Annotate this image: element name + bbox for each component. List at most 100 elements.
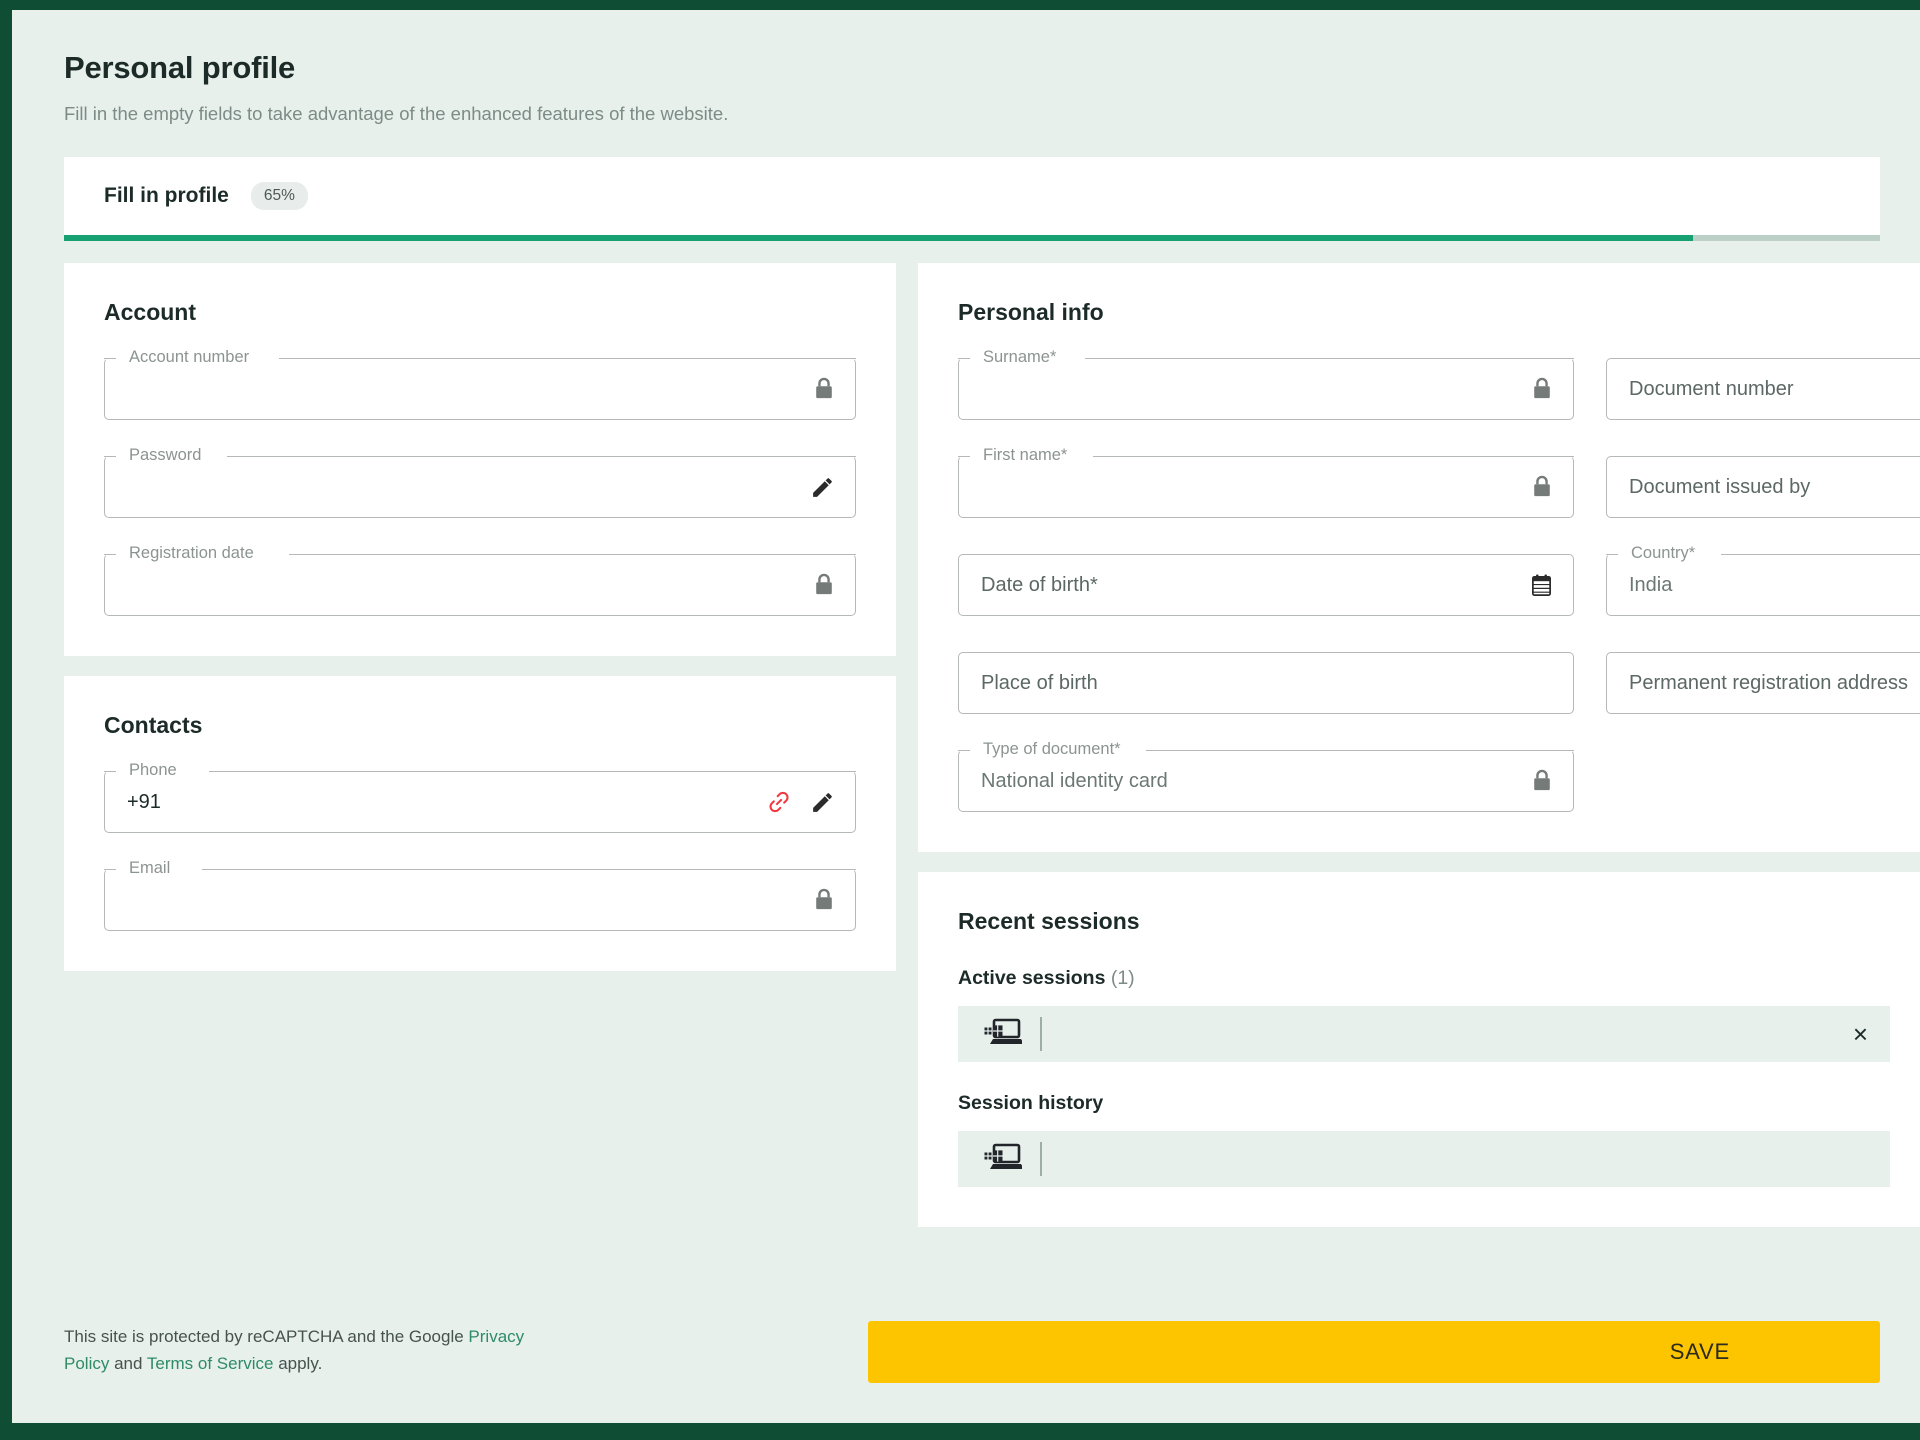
windows-device-icon — [983, 1143, 1022, 1169]
account-card-title: Account — [104, 299, 196, 325]
progress-track — [64, 235, 1880, 241]
field-type-of-document[interactable]: National identity card Type of document* — [958, 740, 1574, 812]
account-card: Account Account number Password Registra… — [64, 263, 896, 656]
session-row-active[interactable]: × — [958, 1006, 1890, 1062]
field-box: India — [1606, 554, 1920, 616]
progress-percent-badge: 65% — [250, 182, 308, 210]
field-place-of-birth[interactable]: Place of birth — [958, 652, 1574, 714]
field-first-name[interactable]: First name* — [958, 446, 1574, 518]
field-box — [104, 456, 856, 518]
field-surname[interactable]: Surname* — [958, 348, 1574, 420]
field-icons — [1530, 573, 1559, 598]
field-password[interactable]: Password — [104, 446, 856, 518]
field-icons — [1531, 474, 1559, 500]
contacts-card: Contacts +91 Phone Email — [64, 676, 896, 971]
field-account-number[interactable]: Account number — [104, 348, 856, 420]
field-box — [104, 869, 856, 931]
page-subtitle: Fill in the empty fields to take advanta… — [64, 103, 729, 124]
field-placeholder: Date of birth* — [981, 573, 1098, 596]
personal-info-grid: Surname* First name* Date of birth* Plac… — [958, 348, 1920, 812]
field-label: Account number — [124, 348, 255, 367]
pencil-icon[interactable] — [810, 475, 835, 500]
tab-label: Fill in profile — [104, 184, 229, 207]
field-label: Surname* — [978, 348, 1062, 367]
field-email[interactable]: Email — [104, 859, 856, 931]
field-document-issued-by[interactable]: Document issued by — [1606, 456, 1920, 518]
personal-info-card: Personal info Surname* First name* Date … — [918, 263, 1920, 852]
terms-of-service-link[interactable]: Terms of Service — [147, 1354, 274, 1373]
field-icons — [813, 887, 841, 913]
active-sessions-count: (1) — [1110, 967, 1135, 989]
personal-info-left-col: Surname* First name* Date of birth* Plac… — [958, 348, 1574, 812]
field-icons — [813, 376, 841, 402]
field-label: Registration date — [124, 544, 259, 563]
calendar-icon[interactable] — [1530, 573, 1553, 598]
lock-icon[interactable] — [813, 887, 835, 913]
tab-fill-in-profile[interactable]: Fill in profile 65% — [64, 157, 1880, 235]
field-permanent-registration-address[interactable]: Permanent registration address — [1606, 652, 1920, 714]
field-placeholder: Permanent registration address — [1629, 671, 1909, 694]
field-phone[interactable]: +91 Phone — [104, 761, 856, 833]
recaptcha-notice: This site is protected by reCAPTCHA and … — [64, 1324, 534, 1383]
field-icons — [1531, 376, 1559, 402]
field-placeholder: Place of birth — [981, 671, 1098, 694]
field-placeholder: Document issued by — [1629, 475, 1811, 498]
right-column: Personal info Surname* First name* Date … — [918, 263, 1920, 1227]
contacts-card-title: Contacts — [104, 712, 203, 738]
field-icons — [810, 475, 841, 500]
field-box: Document number — [1606, 358, 1920, 420]
field-icons — [766, 789, 841, 815]
left-column: Account Account number Password Registra… — [64, 263, 896, 1227]
session-row-history[interactable] — [958, 1131, 1890, 1187]
windows-device-icon — [983, 1018, 1022, 1044]
personal-info-right-col: Document number Document issued by India… — [1606, 358, 1920, 812]
lock-icon[interactable] — [1531, 376, 1553, 402]
active-sessions-text: Active sessions — [958, 967, 1106, 989]
link-icon[interactable] — [766, 789, 792, 815]
field-value: +91 — [127, 790, 161, 813]
close-session-icon[interactable]: × — [1853, 1021, 1868, 1047]
field-box: Document issued by — [1606, 456, 1920, 518]
field-country[interactable]: India Country* — [1606, 544, 1920, 616]
field-icons — [1531, 768, 1559, 794]
field-box — [104, 358, 856, 420]
recaptcha-middle: and — [109, 1353, 147, 1373]
pencil-icon[interactable] — [810, 790, 835, 815]
page-title: Personal profile — [64, 50, 296, 85]
field-label: Country* — [1626, 544, 1701, 563]
recaptcha-prefix: This site is protected by reCAPTCHA and … — [64, 1327, 469, 1347]
session-divider — [1040, 1142, 1042, 1176]
recent-sessions-title: Recent sessions — [958, 908, 1140, 934]
page-header: Personal profile Fill in the empty field… — [12, 10, 1920, 125]
field-placeholder: Document number — [1629, 377, 1794, 400]
field-label: Phone — [124, 761, 182, 780]
field-box — [104, 554, 856, 616]
field-value: National identity card — [981, 769, 1168, 792]
save-button[interactable]: SAVE — [868, 1321, 1880, 1383]
field-label: Email — [124, 859, 176, 878]
main-content: Account Account number Password Registra… — [64, 263, 1920, 1227]
field-box: Date of birth* — [958, 554, 1574, 616]
lock-icon[interactable] — [1531, 768, 1553, 794]
field-icons — [813, 572, 841, 598]
field-box: National identity card — [958, 750, 1574, 812]
field-document-number[interactable]: Document number — [1606, 358, 1920, 420]
field-label: Type of document* — [978, 740, 1126, 759]
field-box — [958, 456, 1574, 518]
field-label: First name* — [978, 446, 1073, 465]
field-box: Permanent registration address — [1606, 652, 1920, 714]
page-footer: This site is protected by reCAPTCHA and … — [64, 1321, 1880, 1383]
lock-icon[interactable] — [1531, 474, 1553, 500]
session-divider — [1040, 1017, 1042, 1051]
field-box: +91 — [104, 771, 856, 833]
field-registration-date[interactable]: Registration date — [104, 544, 856, 616]
lock-icon[interactable] — [813, 376, 835, 402]
profile-progress-tabbar: Fill in profile 65% — [64, 157, 1880, 241]
field-date-of-birth[interactable]: Date of birth* — [958, 554, 1574, 616]
lock-icon[interactable] — [813, 572, 835, 598]
recaptcha-suffix: apply. — [273, 1353, 323, 1373]
field-box — [958, 358, 1574, 420]
app-frame: Personal profile Fill in the empty field… — [0, 0, 1920, 1440]
field-box: Place of birth — [958, 652, 1574, 714]
recent-sessions-card: Recent sessions Active sessions (1) × Se… — [918, 872, 1920, 1227]
